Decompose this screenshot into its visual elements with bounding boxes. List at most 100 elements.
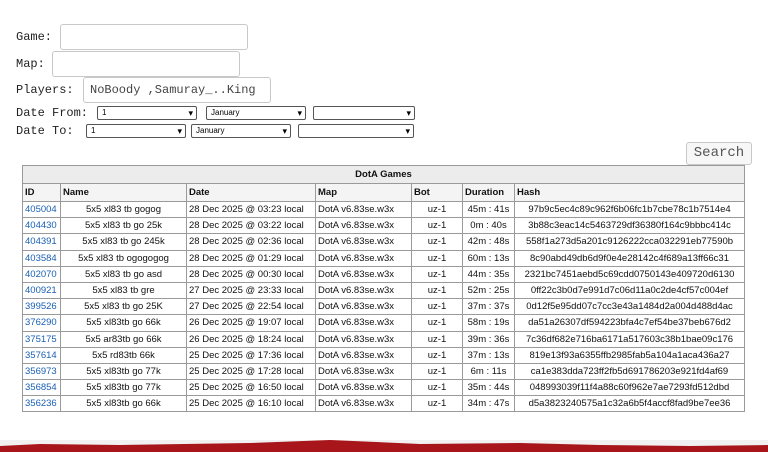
cell-bot: uz-1 [411,233,463,251]
cell-duration: 44m : 35s [462,265,515,283]
cell-id: 404391 [22,233,61,251]
cell-name: 5x5 ar83tb go 66k [60,330,187,348]
cell-duration: 6m : 11s [462,362,515,381]
cell-hash: 8c90abd49db6d9f0e4e28142c4f689a13ff66c31 [514,249,745,267]
cell-hash: da51a26307df594223bfa4c7ef54be37beb676d2 [514,314,745,332]
cell-duration: 45m : 41s [462,200,515,219]
players-input[interactable]: NoBoody ,Samuray_..King [83,77,271,103]
game-id-link[interactable]: 399526 [25,301,57,312]
players-label: Players: [16,83,74,97]
cell-hash: 3b88c3eac14c5463729df36380f164c9bbbc414c [514,217,745,235]
to-month-select[interactable]: January ▾ [191,124,291,138]
column-header-map: Map [315,183,412,202]
to-year-select[interactable]: ▾ [298,124,414,138]
game-id-link[interactable]: 404430 [25,220,57,231]
cell-id: 400921 [22,281,61,300]
table-row: 375175 5x5 ar83tb go 66k 26 Dec 2025 @ 18:… [22,330,745,348]
chevron-down-icon: ▾ [405,126,410,136]
cell-date: 27 Dec 2025 @ 23:33 local [186,281,316,300]
table-row: 356854 5x5 xl83tb go 77k 25 Dec 2025 @ 16:… [22,379,745,397]
cell-id: 376290 [22,314,61,332]
game-id-link[interactable]: 356236 [25,398,57,409]
cell-bot: uz-1 [411,217,463,235]
cell-hash: 7c36df682e716ba6171a517603c38b1bae09c176 [514,330,745,348]
cell-name: 5x5 xl83tb go 77k [60,362,187,381]
column-header-name: Name [60,183,187,202]
cell-id: 405004 [22,200,61,219]
game-id-link[interactable]: 403584 [25,253,57,264]
cell-duration: 60m : 13s [462,249,515,267]
cell-id: 404430 [22,217,61,235]
table-title: DotA Games [22,165,745,184]
cell-map: DotA v6.83se.w3x [315,362,412,381]
game-id-link[interactable]: 356854 [25,382,57,393]
cell-id: 356973 [22,362,61,381]
cell-name: 5x5 xl83tb go 66k [60,395,187,413]
cell-date: 25 Dec 2025 @ 17:36 local [186,346,316,364]
map-label: Map: [16,57,45,71]
cell-date: 26 Dec 2025 @ 19:07 local [186,314,316,332]
cell-duration: 35m : 44s [462,379,515,397]
game-id-link[interactable]: 404391 [25,236,57,247]
cell-map: DotA v6.83se.w3x [315,217,412,235]
game-id-link[interactable]: 400921 [25,285,57,296]
cell-hash: 2321bc7451aebd5c69cdd0750143e409720d6130 [514,265,745,283]
cell-duration: 0m : 40s [462,217,515,235]
cell-map: DotA v6.83se.w3x [315,314,412,332]
cell-name: 5x5 xl83 tb go 25K [60,298,187,316]
cell-map: DotA v6.83se.w3x [315,346,412,364]
cell-bot: uz-1 [411,330,463,348]
cell-duration: 42m : 48s [462,233,515,251]
game-label: Game: [16,30,53,44]
decorative-footer-band [0,440,768,452]
table-row: 404430 5x5 xl83 tb go 25k 28 Dec 2025 @ 03… [22,217,745,235]
cell-name: 5x5 xl83 tb gre [60,281,187,300]
column-header-hash: Hash [514,183,745,202]
table-row: 356973 5x5 xl83tb go 77k 25 Dec 2025 @ 17:… [22,362,745,381]
game-id-link[interactable]: 375175 [25,334,57,345]
map-input[interactable] [52,51,240,77]
game-input[interactable] [60,24,248,50]
cell-bot: uz-1 [411,298,463,316]
cell-map: DotA v6.83se.w3x [315,330,412,348]
table-row: 405004 5x5 xl83 tb gogog 28 Dec 2025 @ 03:… [22,200,745,219]
game-id-link[interactable]: 402070 [25,269,57,280]
cell-date: 25 Dec 2025 @ 17:28 local [186,362,316,381]
date-to-label: Date To: [16,124,74,138]
cell-name: 5x5 xl83 tb go 245k [60,233,187,251]
cell-hash: 0d12f5e95dd07c7cc3e43a1484d2a004d488d4ac [514,298,745,316]
from-month-select[interactable]: January ▾ [206,106,306,120]
cell-hash: 0ff22c3b0d7e991d7c06d11a0c2de4cf57c004ef [514,281,745,300]
date-from-label: Date From: [16,106,89,120]
cell-date: 25 Dec 2025 @ 16:10 local [186,395,316,413]
cell-duration: 37m : 37s [462,298,515,316]
cell-hash: 048993039f11f4a88c60f962e7ae7293fd512dbd [514,379,745,397]
cell-date: 28 Dec 2025 @ 03:22 local [186,217,316,235]
game-id-link[interactable]: 405004 [25,204,57,215]
cell-name: 5x5 xl83 tb ogogogog [60,249,187,267]
table-row: 376290 5x5 xl83tb go 66k 26 Dec 2025 @ 19:… [22,314,745,332]
cell-name: 5x5 xl83 tb gogog [60,200,187,219]
from-month-value: January [211,108,240,117]
game-id-link[interactable]: 376290 [25,317,57,328]
cell-duration: 52m : 25s [462,281,515,300]
table-row: 356236 5x5 xl83tb go 66k 25 Dec 2025 @ 16:… [22,395,745,413]
table-row: 400921 5x5 xl83 tb gre 27 Dec 2025 @ 23:33… [22,281,745,300]
to-day-select[interactable]: 1 ▾ [86,124,186,138]
game-id-link[interactable]: 356973 [25,366,57,377]
cell-name: 5x5 xl83 tb go asd [60,265,187,283]
from-day-select[interactable]: 1 ▾ [97,106,197,120]
cell-name: 5x5 xl83tb go 66k [60,314,187,332]
to-month-value: January [196,126,225,135]
chevron-down-icon: ▾ [282,126,287,136]
game-id-link[interactable]: 357614 [25,350,57,361]
cell-id: 399526 [22,298,61,316]
games-table-body: 405004 5x5 xl83 tb gogog 28 Dec 2025 @ 03:… [22,200,745,413]
cell-bot: uz-1 [411,379,463,397]
cell-date: 27 Dec 2025 @ 22:54 local [186,298,316,316]
cell-date: 28 Dec 2025 @ 02:36 local [186,233,316,251]
column-header-bot: Bot [411,183,463,202]
from-year-select[interactable]: ▾ [313,106,415,120]
search-button[interactable]: Search [686,142,752,165]
games-table: DotA Games ID Name Date Map Bot Duration… [22,165,745,413]
